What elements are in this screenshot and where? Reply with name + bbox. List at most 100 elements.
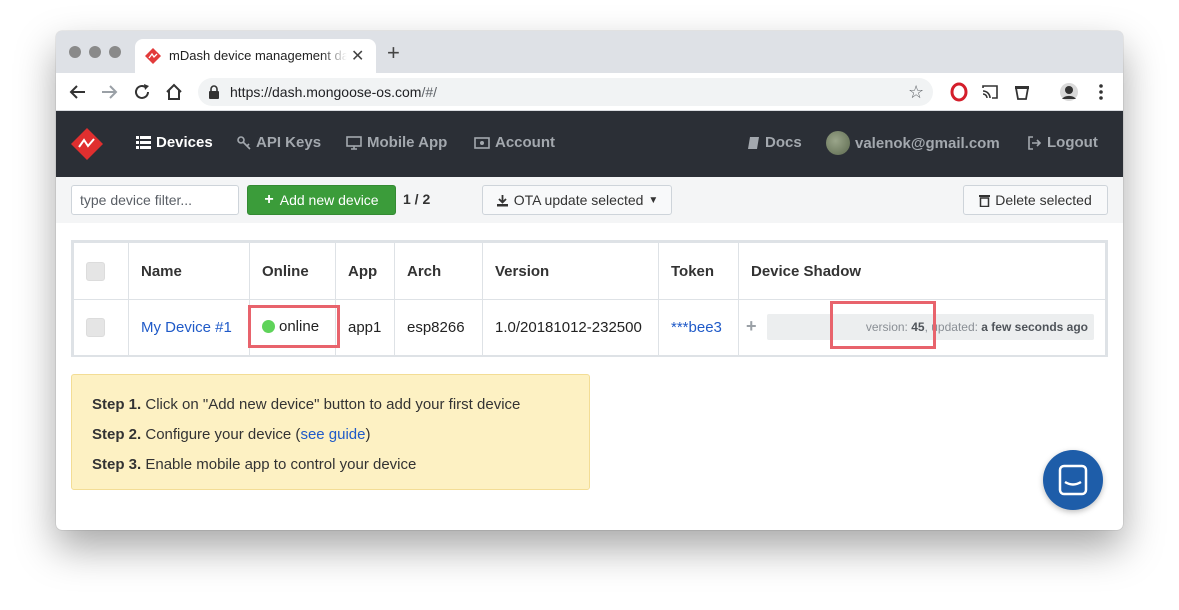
nav-mobile-app-label: Mobile App [367,134,448,151]
step-1-label: Step 1. [92,396,142,413]
profile-avatar-icon[interactable] [1058,81,1080,103]
nav-docs-label: Docs [765,134,802,151]
select-all-cell [73,242,129,300]
tab-close-icon[interactable]: ✕ [351,46,364,66]
step-2: Step 2. Configure your device (see guide… [92,420,569,450]
column-header[interactable]: Token [658,242,739,300]
nav-user[interactable]: valenok@gmail.com [826,131,1000,155]
online-highlight-box [248,305,340,348]
see-guide-link[interactable]: see guide [300,426,365,443]
book-icon [748,136,759,149]
device-filter-input[interactable] [71,185,239,215]
step-2-after: ) [365,426,371,443]
home-icon[interactable] [163,81,185,103]
nav-logout[interactable]: Logout [1027,134,1098,151]
step-3: Step 3. Enable mobile app to control you… [92,450,569,480]
column-header[interactable]: Device Shadow [738,242,1106,300]
chat-bubble-icon [1058,464,1088,496]
nav-api-keys[interactable]: API Keys [237,134,321,151]
step-2-text: Configure your device ( [141,426,301,443]
getting-started-steps: Step 1. Click on "Add new device" button… [71,374,590,490]
column-header[interactable]: Version [482,242,659,300]
cast-icon[interactable] [979,81,1001,103]
device-name-cell: My Device #1 [128,299,250,356]
monitor-icon [346,135,362,150]
select-all-checkbox[interactable] [86,261,105,281]
plus-icon: + [264,191,274,208]
key-icon [237,135,251,150]
nav-api-keys-label: API Keys [256,134,322,151]
chat-launcher-button[interactable] [1043,450,1103,510]
browser-toolbar: https://dash.mongoose-os.com/#/ ☆ [56,73,1123,111]
nav-user-label: valenok@gmail.com [855,134,1000,152]
version-highlight-box [830,301,936,349]
row-select-cell [73,299,129,356]
step-1-text: Click on "Add new device" button to add … [141,396,521,413]
add-device-button[interactable]: + Add new device [247,185,396,215]
device-name-link[interactable]: My Device #1 [141,319,232,336]
expand-plus-icon[interactable]: + [746,316,757,337]
minimize-window-dot[interactable] [89,46,101,58]
version-cell: 1.0/20181012-232500 [482,299,659,356]
menu-kebab-icon[interactable] [1090,81,1112,103]
token-cell: ***bee3 [658,299,739,356]
user-avatar [826,131,850,155]
url-text: https://dash.mongoose-os.com/#/ [230,84,437,100]
step-1: Step 1. Click on "Add new device" button… [92,390,569,420]
column-header[interactable]: App [335,242,395,300]
table-header-row: Name Online App Arch Version Token Devic… [73,242,1106,300]
money-icon [474,136,490,149]
mdash-favicon-icon [145,48,161,64]
tab-title: mDash device management da [169,48,347,63]
caret-down-icon: ▼ [648,194,659,206]
mdash-logo-icon[interactable] [70,127,104,161]
token-link[interactable]: ***bee3 [671,319,722,336]
url-path: /#/ [421,84,438,100]
url-host: https://dash.mongoose-os.com [230,84,422,100]
step-2-label: Step 2. [92,426,142,443]
list-icon [136,136,151,149]
browser-tab[interactable]: mDash device management da ✕ [135,39,376,73]
forward-arrow-icon[interactable] [98,81,120,103]
action-bar: + Add new device 1 / 2 OTA update select… [56,177,1123,223]
back-arrow-icon[interactable] [67,81,89,103]
column-header[interactable]: Name [128,242,250,300]
device-count: 1 / 2 [403,191,431,207]
nav-devices[interactable]: Devices [136,134,213,151]
download-icon [496,194,508,206]
new-tab-icon[interactable]: + [387,42,400,64]
table-row: My Device #1 online app1 esp8266 1.0/201… [73,299,1106,356]
nav-account-label: Account [495,134,555,151]
column-header[interactable]: Arch [394,242,483,300]
step-3-label: Step 3. [92,456,142,473]
devices-table: Name Online App Arch Version Token Devic… [71,240,1108,357]
close-window-dot[interactable] [69,46,81,58]
tab-strip: mDash device management da ✕ + [56,31,1123,73]
delete-selected-button[interactable]: Delete selected [963,185,1108,215]
ota-update-button[interactable]: OTA update selected ▼ [482,185,672,215]
maximize-window-dot[interactable] [109,46,121,58]
step-3-text: Enable mobile app to control your device [141,456,417,473]
bookmark-star-icon[interactable]: ☆ [908,82,924,103]
browser-window: mDash device management da ✕ + https://d… [56,31,1123,530]
lock-icon [209,85,219,99]
app-cell: app1 [335,299,395,356]
shadow-updated-value: a few seconds ago [981,320,1088,334]
nav-devices-label: Devices [156,134,213,151]
app-navbar: Devices API Keys Mobile App Account Docs… [56,111,1123,177]
reload-icon[interactable] [131,81,153,103]
nav-logout-label: Logout [1047,134,1098,151]
ota-update-label: OTA update selected [513,192,644,208]
trash-icon [979,194,991,207]
delete-selected-label: Delete selected [995,192,1092,208]
nav-mobile-app[interactable]: Mobile App [346,134,447,151]
extension-icon[interactable] [1011,81,1033,103]
nav-account[interactable]: Account [474,134,555,151]
column-header[interactable]: Online [249,242,336,300]
row-checkbox[interactable] [86,318,105,337]
arch-cell: esp8266 [394,299,483,356]
logout-icon [1028,135,1042,150]
nav-docs[interactable]: Docs [747,134,802,151]
opera-extension-icon[interactable] [948,81,970,103]
address-bar[interactable]: https://dash.mongoose-os.com/#/ ☆ [198,78,933,106]
